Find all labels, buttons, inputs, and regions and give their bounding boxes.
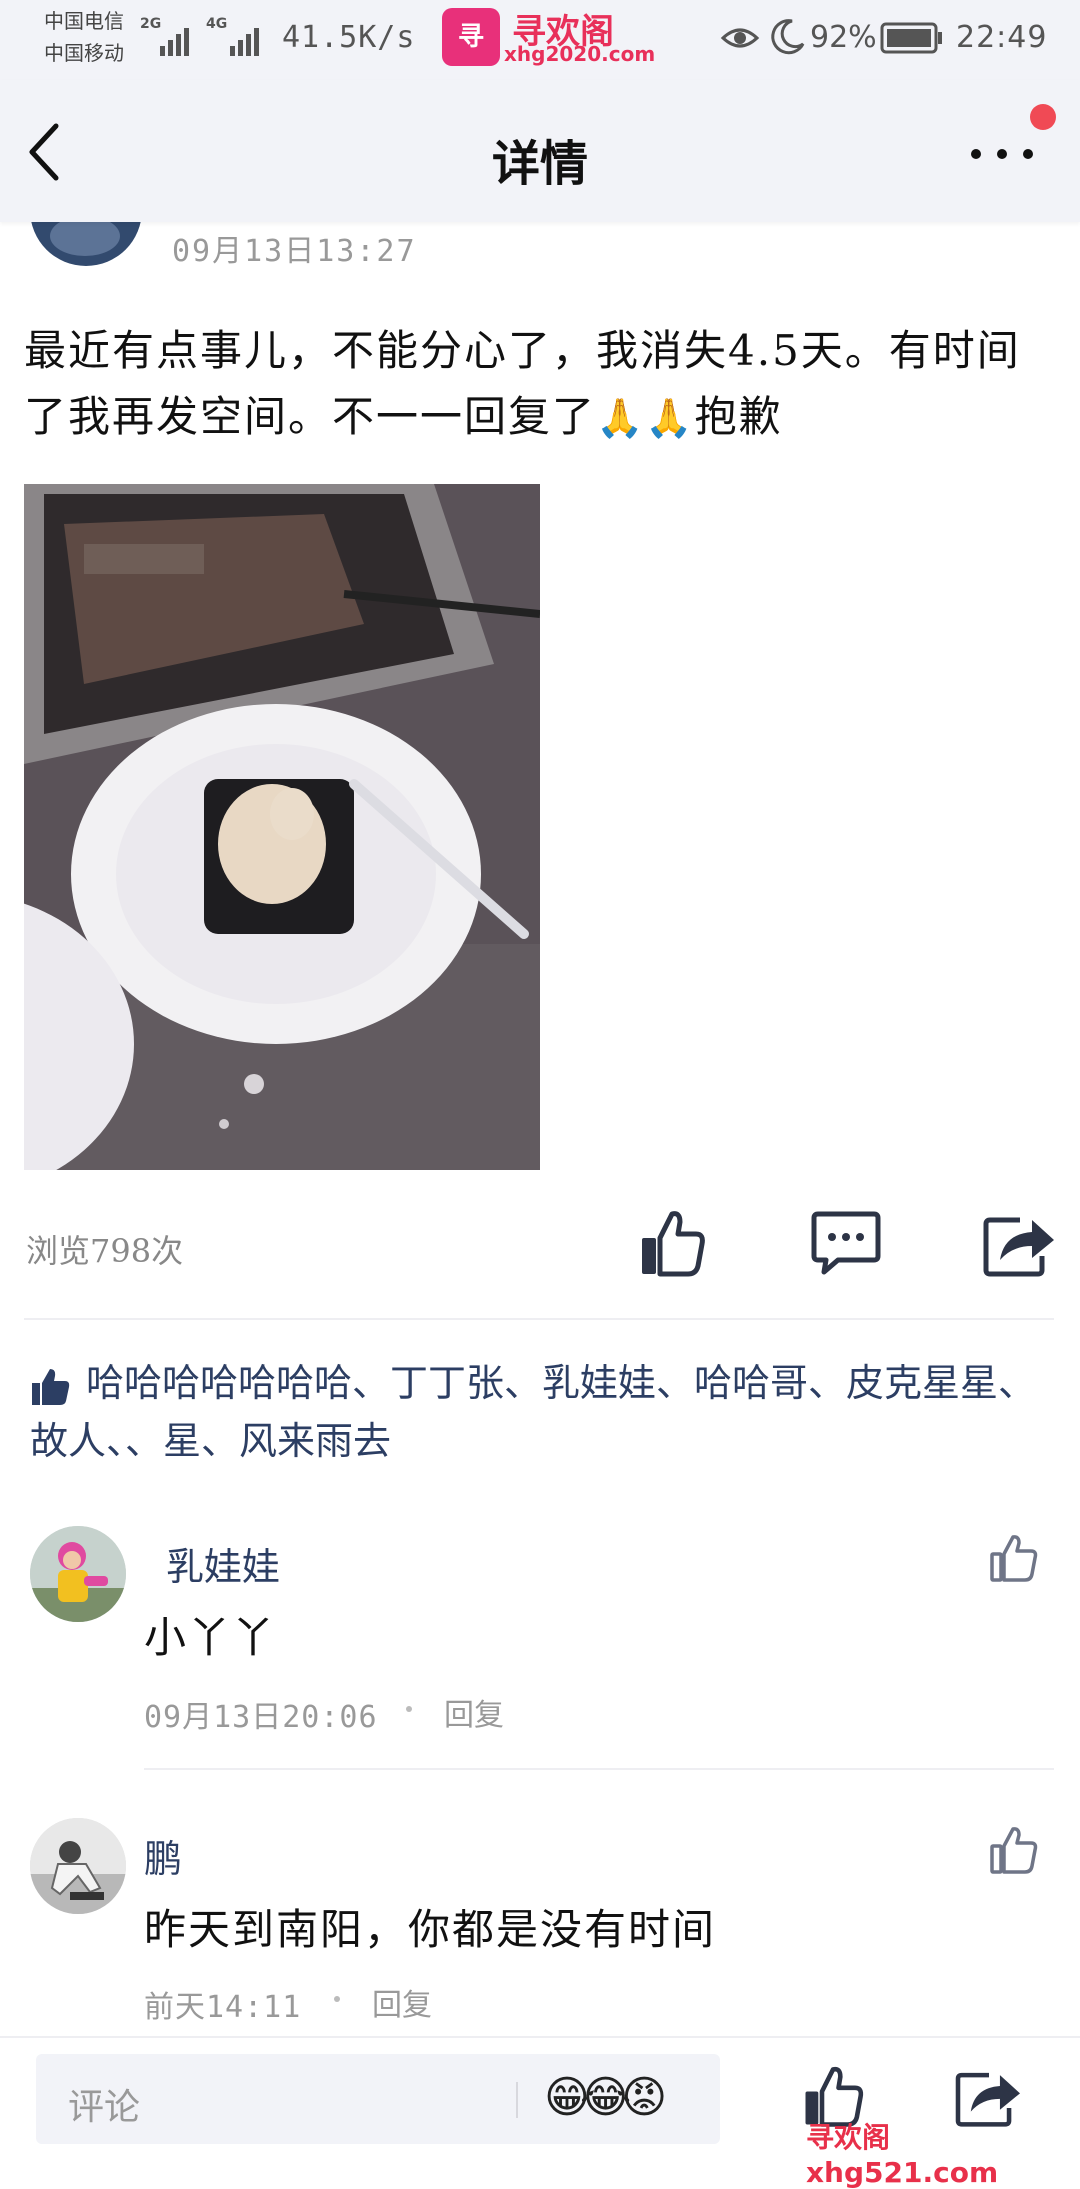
moon-icon [771,19,805,55]
more-dots-icon[interactable] [966,142,1038,166]
divider [144,1768,1054,1770]
signal-4g-icon: 4G [206,16,268,56]
comment-like-icon[interactable] [988,1824,1040,1876]
comment-icon[interactable] [808,1210,884,1278]
separator-dot [406,1706,412,1712]
commenter-avatar[interactable] [30,1526,126,1622]
input-separator [516,2082,518,2118]
header-bar: 详情 [0,80,1080,222]
comment-input[interactable]: 评论 😁😂😡 [36,2054,720,2144]
separator-dot [334,1996,340,2002]
watermark: 寻欢阁xhg521.com [806,2121,999,2189]
network-2g-label: 2G [140,16,162,32]
view-count: 浏览798次 [26,1232,184,1270]
divider [24,1318,1054,1320]
status-bar: 中国电信 中国移动 2G 4G 41.5K/s 寻 寻欢阁 xhg2020.co… [0,0,1080,80]
comment-placeholder: 评论 [68,2087,141,2128]
comment-text: 小丫丫 [144,1613,277,1662]
clock: 22:49 [956,20,1048,55]
battery-percent: 92% [810,20,877,55]
like-thumb-icon [32,1368,70,1405]
app-logo-icon: 寻 [442,8,500,66]
pray-emoji: 🙏🙏 [596,396,695,440]
comment-time: 09月13日20:06 [144,1700,378,1735]
comment-time: 前天14:11 [144,1990,302,2025]
signal-2g-icon: 2G [140,16,200,56]
page-title: 详情 [491,136,588,192]
carrier-2: 中国移动 [44,41,124,65]
commenter-name[interactable]: 乳娃娃 [166,1536,280,1591]
eye-icon [720,28,760,48]
carrier-1: 中国电信 [44,9,124,33]
post-timestamp: 09月13日13:27 [172,234,417,269]
emoji-picker-icon[interactable]: 😁😂😡 [544,2072,667,2123]
commenter-name[interactable]: 鹏 [144,1828,182,1883]
post-text-body: 最近有点事儿，不能分心了，我消失4.5天。有时间了我再发空间。不一一回复了 [24,326,1021,441]
post-text: 最近有点事儿，不能分心了，我消失4.5天。有时间了我再发空间。不一一回复了🙏🙏抱… [24,318,1054,451]
reply-button[interactable]: 回复 [444,1690,504,1734]
reply-button[interactable]: 回复 [372,1980,432,2024]
post-text-end: 抱歉 [694,392,783,441]
bottom-bar: 评论 😁😂😡 寻欢阁xhg521.com [0,2036,1080,2189]
comment-text: 昨天到南阳，你都是没有时间 [144,1905,717,1954]
commenter-avatar[interactable] [30,1818,126,1914]
network-4g-label: 4G [206,16,228,32]
likes-list: 哈哈哈哈哈哈哈、丁丁张、乳娃娃、哈哈哥、皮克星星、故人、、星、风来雨去 [30,1354,1050,1470]
likes-names[interactable]: 哈哈哈哈哈哈哈、丁丁张、乳娃娃、哈哈哥、皮克星星、故人、、星、风来雨去 [30,1361,1036,1463]
battery-icon [880,22,942,54]
thumbs-up-icon[interactable] [636,1208,708,1280]
net-speed: 41.5K/s [282,20,416,55]
comment-like-icon[interactable] [988,1532,1040,1584]
notification-dot [1030,104,1056,130]
share-icon[interactable] [982,1210,1058,1278]
post-photo[interactable] [24,484,540,1170]
app-logo-url: xhg2020.com [504,42,656,66]
